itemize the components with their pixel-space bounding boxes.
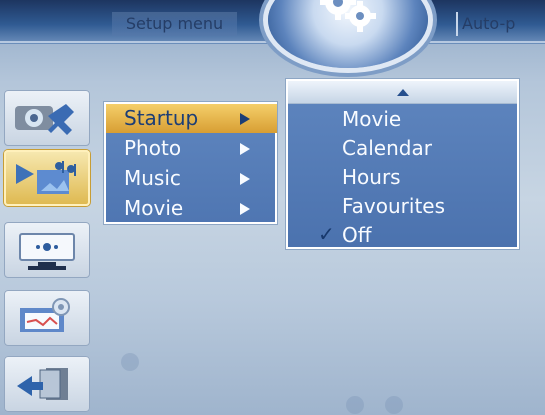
dropdown-option-label: Movie (342, 107, 402, 131)
startup-options-dropdown: Movie Calendar Hours Favourites ✓ Off (285, 78, 520, 250)
dropdown-option-label: Off (342, 223, 372, 247)
hub-icon-button (268, 0, 428, 68)
chevron-right-icon (240, 113, 250, 125)
submenu-panel: Startup Photo Music Movie (106, 104, 277, 223)
media-settings-icon (16, 161, 76, 194)
left-settings-column (0, 80, 94, 415)
dropdown-panel: Movie Calendar Hours Favourites ✓ Off (288, 81, 517, 247)
dropdown-option-hours[interactable]: Hours (288, 163, 517, 192)
calendar-settings-button[interactable] (4, 290, 90, 346)
scroll-up-button[interactable] (288, 81, 517, 104)
decorative-dot (346, 396, 364, 414)
calendar-gear-icon (20, 298, 70, 332)
checkmark-icon: ✓ (318, 222, 335, 246)
right-menu-label: Auto-p (456, 12, 545, 36)
submenu-item-movie[interactable]: Movie (106, 194, 277, 223)
display-settings-button[interactable] (4, 222, 90, 278)
dropdown-option-calendar[interactable]: Calendar (288, 134, 517, 163)
media-settings-button[interactable] (4, 150, 90, 206)
submenu-item-label: Startup (124, 106, 199, 130)
camera-settings-button[interactable] (4, 90, 90, 146)
dropdown-option-movie[interactable]: Movie (288, 105, 517, 134)
gears-icon (320, 0, 376, 32)
submenu-item-label: Photo (124, 136, 182, 160)
submenu-item-music[interactable]: Music (106, 164, 277, 193)
menu-title: Setup menu (112, 12, 237, 36)
decorative-dot (385, 396, 403, 414)
camera-wrench-icon (15, 104, 74, 135)
chevron-right-icon (240, 173, 250, 185)
top-bar-divider (0, 41, 545, 43)
submenu-item-label: Movie (124, 196, 184, 220)
submenu-item-label: Music (124, 166, 181, 190)
dropdown-option-label: Calendar (342, 136, 432, 160)
chevron-right-icon (240, 203, 250, 215)
dropdown-option-label: Hours (342, 165, 401, 189)
dropdown-option-favourites[interactable]: Favourites (288, 192, 517, 221)
submenu-item-startup[interactable]: Startup (106, 104, 277, 133)
display-settings-icon (19, 233, 75, 270)
dropdown-option-label: Favourites (342, 194, 446, 218)
submenu-item-photo[interactable]: Photo (106, 134, 277, 163)
decorative-dot (121, 353, 139, 371)
dropdown-option-off[interactable]: ✓ Off (288, 221, 517, 250)
back-door-icon (17, 368, 68, 400)
back-button[interactable] (4, 356, 90, 412)
chevron-right-icon (240, 143, 250, 155)
startup-submenu: Startup Photo Music Movie (103, 101, 278, 225)
